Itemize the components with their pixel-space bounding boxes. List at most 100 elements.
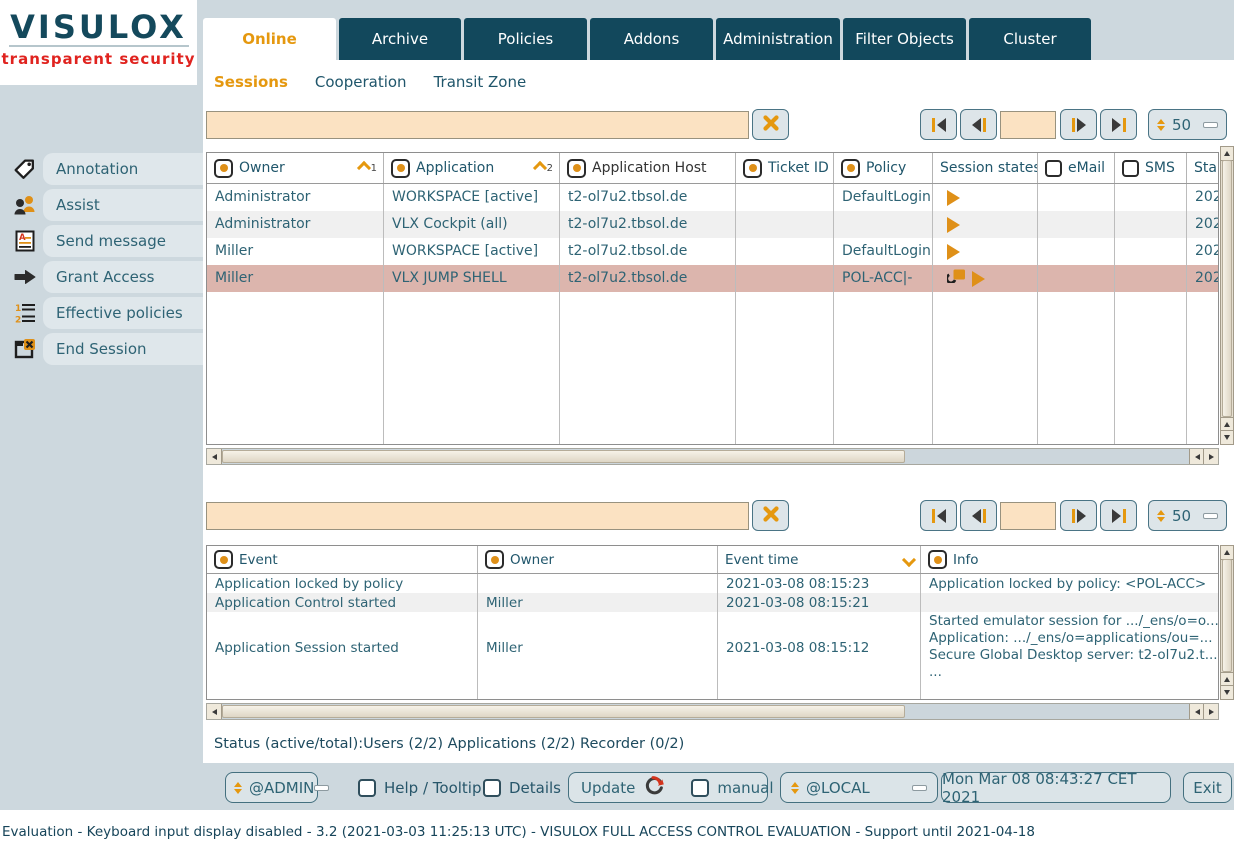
cell-owner[interactable]: Miller — [478, 593, 718, 612]
cell-sms[interactable] — [1115, 265, 1187, 292]
scroll-left-button[interactable] — [207, 704, 222, 719]
cell-start[interactable]: 202 — [1187, 265, 1219, 292]
sidebar-item-label[interactable]: End Session — [43, 333, 203, 365]
tab-filter-objects[interactable]: Filter Objects — [843, 18, 966, 60]
session-row-selected[interactable]: Miller VLX JUMP SHELL t2-ol7u2.tbsol.de … — [207, 265, 1218, 292]
sessions-horizontal-scrollbar[interactable] — [206, 448, 1219, 465]
sidebar-item-label[interactable]: Effective policies — [43, 297, 203, 329]
help-tooltip-checkbox[interactable]: Help / Tooltip — [358, 772, 482, 803]
sidebar-item-assist[interactable]: Assist — [0, 189, 203, 221]
cell-email[interactable] — [1038, 184, 1115, 211]
radio-dot-icon[interactable] — [214, 550, 233, 569]
scroll-down-button[interactable] — [1221, 685, 1233, 699]
cell-owner[interactable] — [478, 574, 718, 593]
first-page-button[interactable] — [920, 109, 957, 140]
cell-ticket-id[interactable] — [736, 184, 834, 211]
events-filter-input[interactable] — [206, 502, 749, 530]
column-header-application-host[interactable]: Application Host — [560, 153, 736, 183]
cell-policy[interactable] — [834, 211, 933, 238]
cell-policy[interactable]: DefaultLogin — [834, 238, 933, 265]
radio-dot-icon[interactable] — [485, 550, 504, 569]
sidebar-item-effective-policies[interactable]: 12 Effective policies — [0, 297, 203, 329]
column-header-application[interactable]: Application 2 — [384, 153, 560, 183]
cell-sms[interactable] — [1115, 211, 1187, 238]
admin-select[interactable]: @ADMIN — [225, 772, 318, 803]
scroll-right-button[interactable] — [1203, 704, 1218, 719]
next-page-button[interactable] — [1060, 500, 1097, 531]
cell-email[interactable] — [1038, 265, 1115, 292]
cell-event-time[interactable]: 2021-03-08 08:15:12 — [718, 612, 921, 684]
event-row[interactable]: Application Session started Miller 2021-… — [207, 612, 1218, 684]
cell-application[interactable]: VLX JUMP SHELL — [384, 265, 560, 292]
radio-dot-icon[interactable] — [391, 159, 410, 178]
scrollbar-thumb[interactable] — [1222, 160, 1232, 417]
cell-ticket-id[interactable] — [736, 238, 834, 265]
checkbox-icon[interactable] — [1122, 160, 1139, 177]
cell-info[interactable] — [921, 593, 1219, 612]
clear-filter-button[interactable] — [752, 500, 789, 531]
cell-start[interactable]: 202 — [1187, 238, 1219, 265]
update-button[interactable]: Update manual — [568, 772, 768, 803]
cell-start[interactable]: 202 — [1187, 184, 1219, 211]
column-header-ticket-id[interactable]: Ticket ID — [736, 153, 834, 183]
session-row[interactable]: Administrator WORKSPACE [active] t2-ol7u… — [207, 184, 1218, 211]
clear-filter-button[interactable] — [752, 109, 789, 140]
cell-application-host[interactable]: t2-ol7u2.tbsol.de — [560, 265, 736, 292]
cell-sms[interactable] — [1115, 184, 1187, 211]
cell-application-host[interactable]: t2-ol7u2.tbsol.de — [560, 184, 736, 211]
page-number-input[interactable] — [1000, 502, 1056, 530]
scroll-up-button[interactable] — [1221, 672, 1233, 686]
cell-owner[interactable]: Miller — [207, 238, 384, 265]
cell-session-states[interactable] — [933, 265, 1038, 292]
column-header-event-time[interactable]: Event time — [718, 546, 921, 573]
next-page-button[interactable] — [1060, 109, 1097, 140]
events-vertical-scrollbar[interactable] — [1220, 545, 1234, 700]
cell-ticket-id[interactable] — [736, 211, 834, 238]
session-row[interactable]: Miller WORKSPACE [active] t2-ol7u2.tbsol… — [207, 238, 1218, 265]
column-header-start[interactable]: Sta — [1187, 153, 1219, 183]
radio-dot-icon[interactable] — [743, 159, 762, 178]
cell-application[interactable]: VLX Cockpit (all) — [384, 211, 560, 238]
cell-event[interactable]: Application Control started — [207, 593, 478, 612]
tab-administration[interactable]: Administration — [716, 18, 840, 60]
checkbox-icon[interactable] — [358, 779, 376, 797]
column-header-info[interactable]: Info — [921, 546, 1219, 573]
cell-application[interactable]: WORKSPACE [active] — [384, 184, 560, 211]
cell-sms[interactable] — [1115, 238, 1187, 265]
cell-ticket-id[interactable] — [736, 265, 834, 292]
page-size-select[interactable]: 50 — [1148, 500, 1227, 531]
radio-dot-icon[interactable] — [214, 159, 233, 178]
scroll-left-button[interactable] — [207, 449, 222, 464]
cell-event-time[interactable]: 2021-03-08 08:15:21 — [718, 593, 921, 612]
tab-cluster[interactable]: Cluster — [969, 18, 1091, 60]
subtab-sessions[interactable]: Sessions — [214, 73, 288, 91]
scroll-down-button[interactable] — [1221, 430, 1233, 444]
scrollbar-thumb[interactable] — [222, 450, 905, 463]
cell-owner[interactable]: Administrator — [207, 211, 384, 238]
cell-info[interactable]: Application locked by policy: <POL-ACC> — [921, 574, 1219, 593]
checkbox-icon[interactable] — [1045, 160, 1062, 177]
checkbox-icon[interactable] — [483, 779, 501, 797]
cell-policy[interactable]: DefaultLogin — [834, 184, 933, 211]
cell-owner[interactable]: Administrator — [207, 184, 384, 211]
scrollbar-thumb[interactable] — [222, 705, 905, 718]
column-header-policy[interactable]: Policy — [834, 153, 933, 183]
scroll-up-button[interactable] — [1221, 147, 1233, 161]
play-icon[interactable] — [947, 217, 960, 233]
sidebar-item-label[interactable]: Annotation — [43, 153, 203, 185]
sidebar-item-send-message[interactable]: A Send message — [0, 225, 203, 257]
details-checkbox[interactable]: Details — [483, 772, 561, 803]
tab-policies[interactable]: Policies — [464, 18, 587, 60]
column-header-sms[interactable]: SMS — [1115, 153, 1187, 183]
last-page-button[interactable] — [1100, 109, 1137, 140]
event-row[interactable]: Application locked by policy 2021-03-08 … — [207, 574, 1218, 593]
cell-event-time[interactable]: 2021-03-08 08:15:23 — [718, 574, 921, 593]
radio-dot-icon[interactable] — [928, 550, 947, 569]
cell-session-states[interactable] — [933, 211, 1038, 238]
column-header-event[interactable]: Event — [207, 546, 478, 573]
cell-session-states[interactable] — [933, 184, 1038, 211]
radio-dot-icon[interactable] — [841, 159, 860, 178]
cell-email[interactable] — [1038, 238, 1115, 265]
cell-session-states[interactable] — [933, 238, 1038, 265]
manual-checkbox[interactable] — [691, 779, 709, 797]
